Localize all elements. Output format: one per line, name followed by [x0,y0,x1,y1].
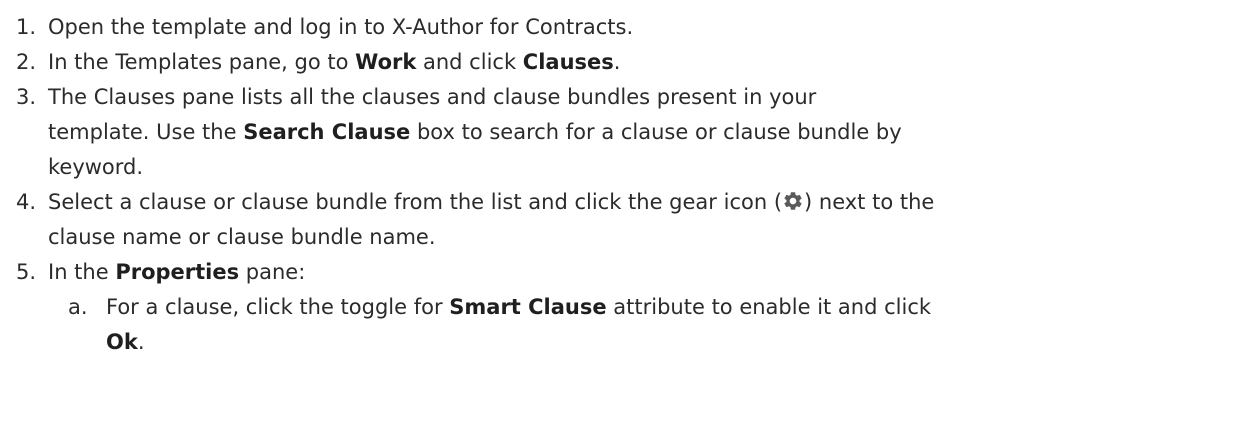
step-text: The Clauses pane lists all the clauses a… [48,85,817,109]
step-text: In the [48,260,116,284]
substep-a: a. For a clause, click the toggle for Sm… [58,290,1239,360]
step-text: In the Templates pane, go to [48,50,356,74]
step-text: Select a clause or clause bundle from th… [48,190,783,214]
step-text: box to search for a clause or clause bun… [410,120,902,144]
step-number: 3. [16,85,37,109]
work-menu-label: Work [355,50,417,74]
step-number: 1. [16,15,37,39]
step-number: 5. [16,260,37,284]
step-4: 4. Select a clause or clause bundle from… [0,185,1239,255]
smart-clause-label: Smart Clause [449,295,607,319]
step-text: attribute to enable it and click [606,295,932,319]
step-text: . [613,50,621,74]
step-2: 2. In the Templates pane, go to Work and… [0,45,1239,80]
substep-number: a. [68,295,88,319]
step-text: template. Use the [48,120,244,144]
properties-label: Properties [115,260,240,284]
document: 1. Open the template and log in to X-Aut… [0,0,1239,432]
step-number: 2. [16,50,37,74]
substeps-list: a. For a clause, click the toggle for Sm… [0,290,1239,360]
step-text: Open the template and log in to X-Author… [48,15,634,39]
step-3: 3. The Clauses pane lists all the clause… [0,80,1239,185]
step-text: and click [416,50,523,74]
step-text: For a clause, click the toggle for [106,295,450,319]
gear-icon [782,188,804,210]
step-1: 1. Open the template and log in to X-Aut… [0,10,1239,45]
ok-label: Ok [106,330,138,354]
step-text: ) next to the [804,190,935,214]
step-text: . [137,330,145,354]
clauses-label: Clauses [522,50,614,74]
search-clause-label: Search Clause [243,120,411,144]
step-5: 5. In the Properties pane: [0,255,1239,290]
steps-list: 1. Open the template and log in to X-Aut… [0,10,1239,290]
step-text: clause name or clause bundle name. [48,225,436,249]
step-text: keyword. [48,155,144,179]
step-text: pane: [239,260,306,284]
step-number: 4. [16,190,37,214]
